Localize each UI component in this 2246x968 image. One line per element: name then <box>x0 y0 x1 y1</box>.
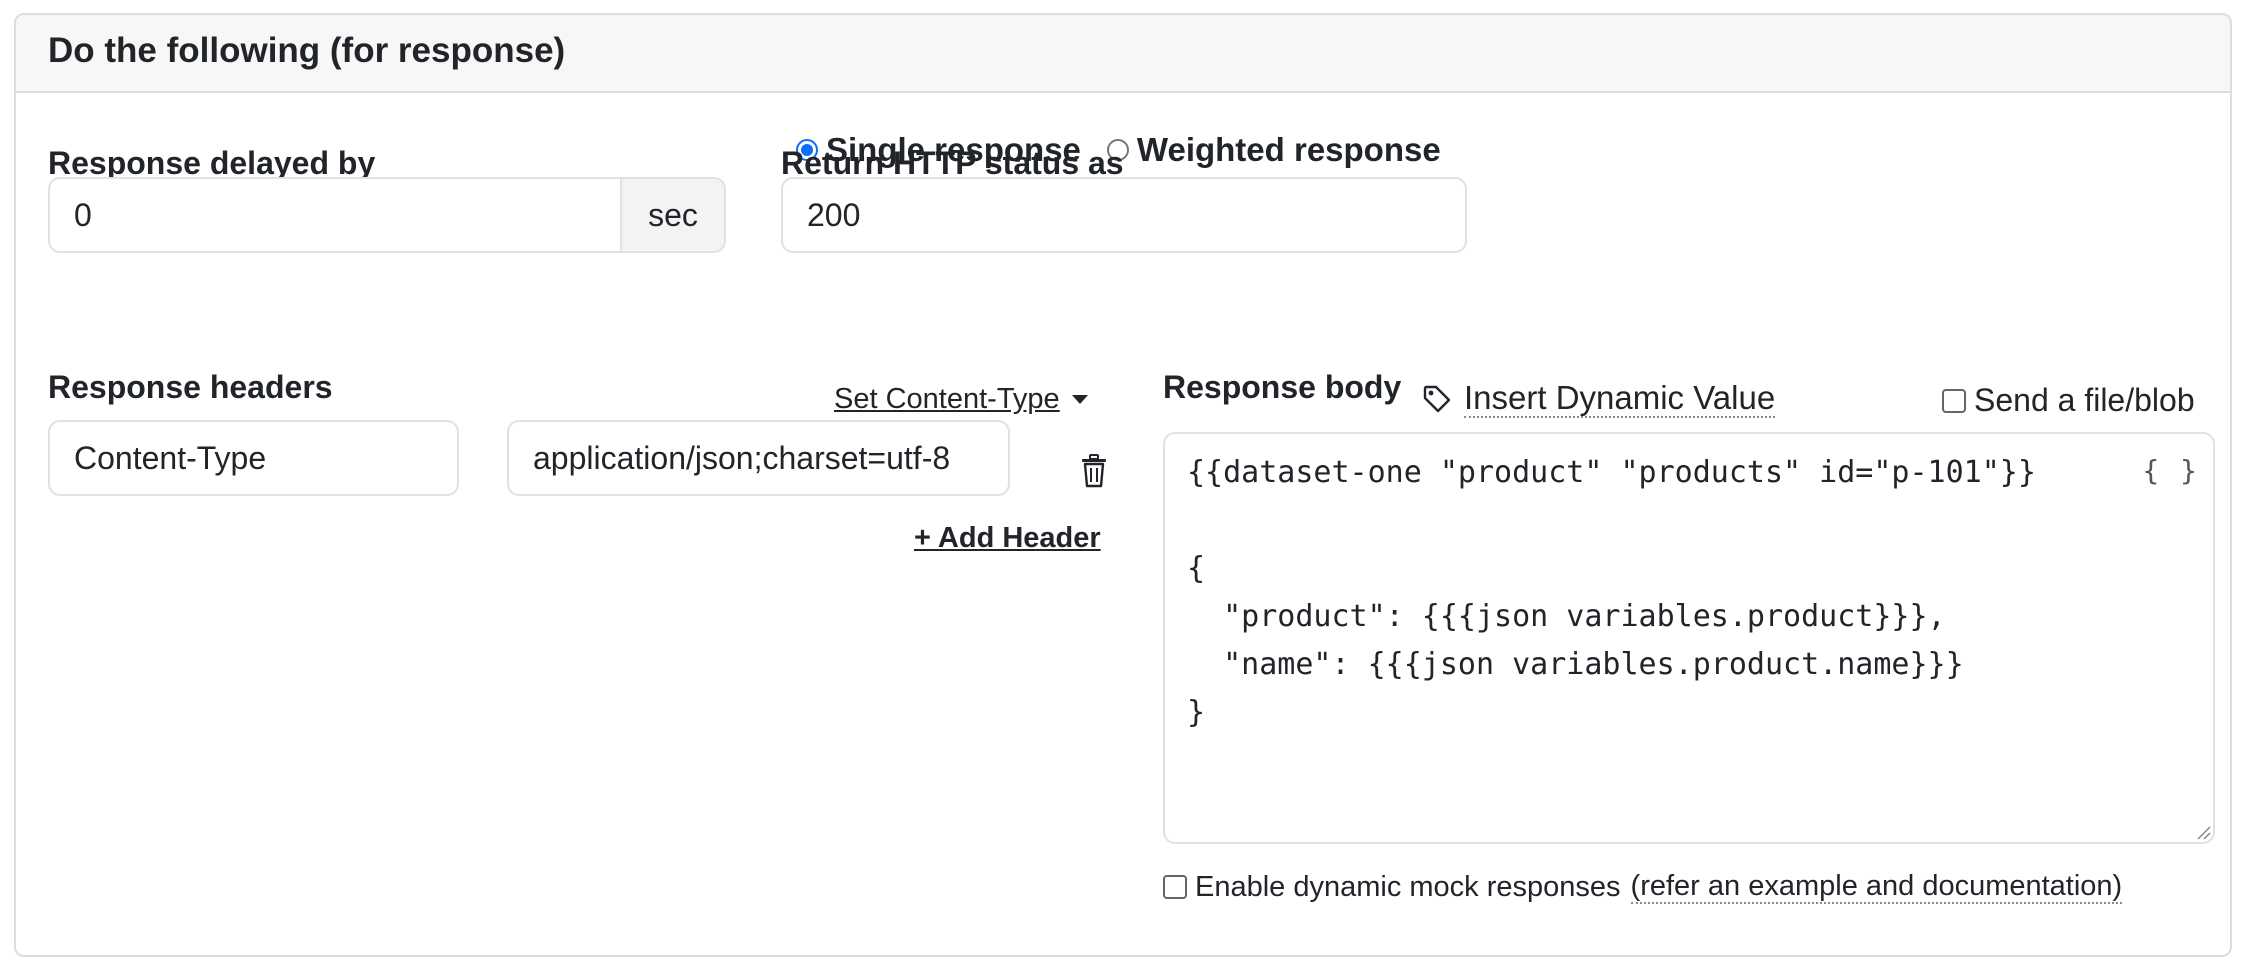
response-headers-label: Response headers <box>48 369 333 405</box>
send-file-checkbox-group[interactable]: Send a file/blob <box>1942 382 2195 419</box>
insert-dynamic-value-label: Insert Dynamic Value <box>1464 379 1776 418</box>
tag-icon <box>1423 385 1451 413</box>
send-file-checkbox[interactable] <box>1942 388 1966 413</box>
resize-handle-icon[interactable] <box>2195 824 2211 840</box>
header-name-input[interactable]: Content-Type <box>48 420 459 496</box>
panel-header: Do the following (for response) <box>16 15 2230 93</box>
add-header-button[interactable]: + Add Header <box>914 522 1101 555</box>
set-content-type-dropdown[interactable]: Set Content-Type <box>834 383 1088 416</box>
panel-title: Do the following (for response) <box>48 31 566 70</box>
insert-dynamic-value-button[interactable]: Insert Dynamic Value <box>1422 379 1776 418</box>
response-body-editor[interactable]: {{dataset-one "product" "products" id="p… <box>1163 432 2215 844</box>
caret-down-icon <box>1071 395 1088 404</box>
format-code-icon[interactable]: { } <box>2142 454 2199 487</box>
delay-unit-addon: sec <box>620 177 726 253</box>
response-panel: Do the following (for response) Single r… <box>14 13 2232 957</box>
set-content-type-label: Set Content-Type <box>834 383 1060 415</box>
enable-dynamic-mock-checkbox[interactable] <box>1163 875 1187 899</box>
weighted-response-label: Weighted response <box>1136 131 1441 168</box>
header-value-input[interactable]: application/json;charset=utf-8 <box>507 420 1010 496</box>
http-status-input[interactable]: 200 <box>781 177 1467 253</box>
response-body-label: Response body <box>1163 369 1402 405</box>
send-file-label: Send a file/blob <box>1974 382 2195 418</box>
enable-dynamic-mock-label: Enable dynamic mock responses <box>1195 870 1621 903</box>
delay-input[interactable]: 0 <box>48 177 622 253</box>
response-body-text[interactable]: {{dataset-one "product" "products" id="p… <box>1187 449 2036 737</box>
dynamic-mock-group: Enable dynamic mock responses (refer an … <box>1163 870 2123 904</box>
weighted-response-radio[interactable]: Weighted response <box>1106 131 1441 169</box>
documentation-link[interactable]: (refer an example and documentation) <box>1630 870 2123 904</box>
trash-icon[interactable] <box>1079 454 1109 488</box>
